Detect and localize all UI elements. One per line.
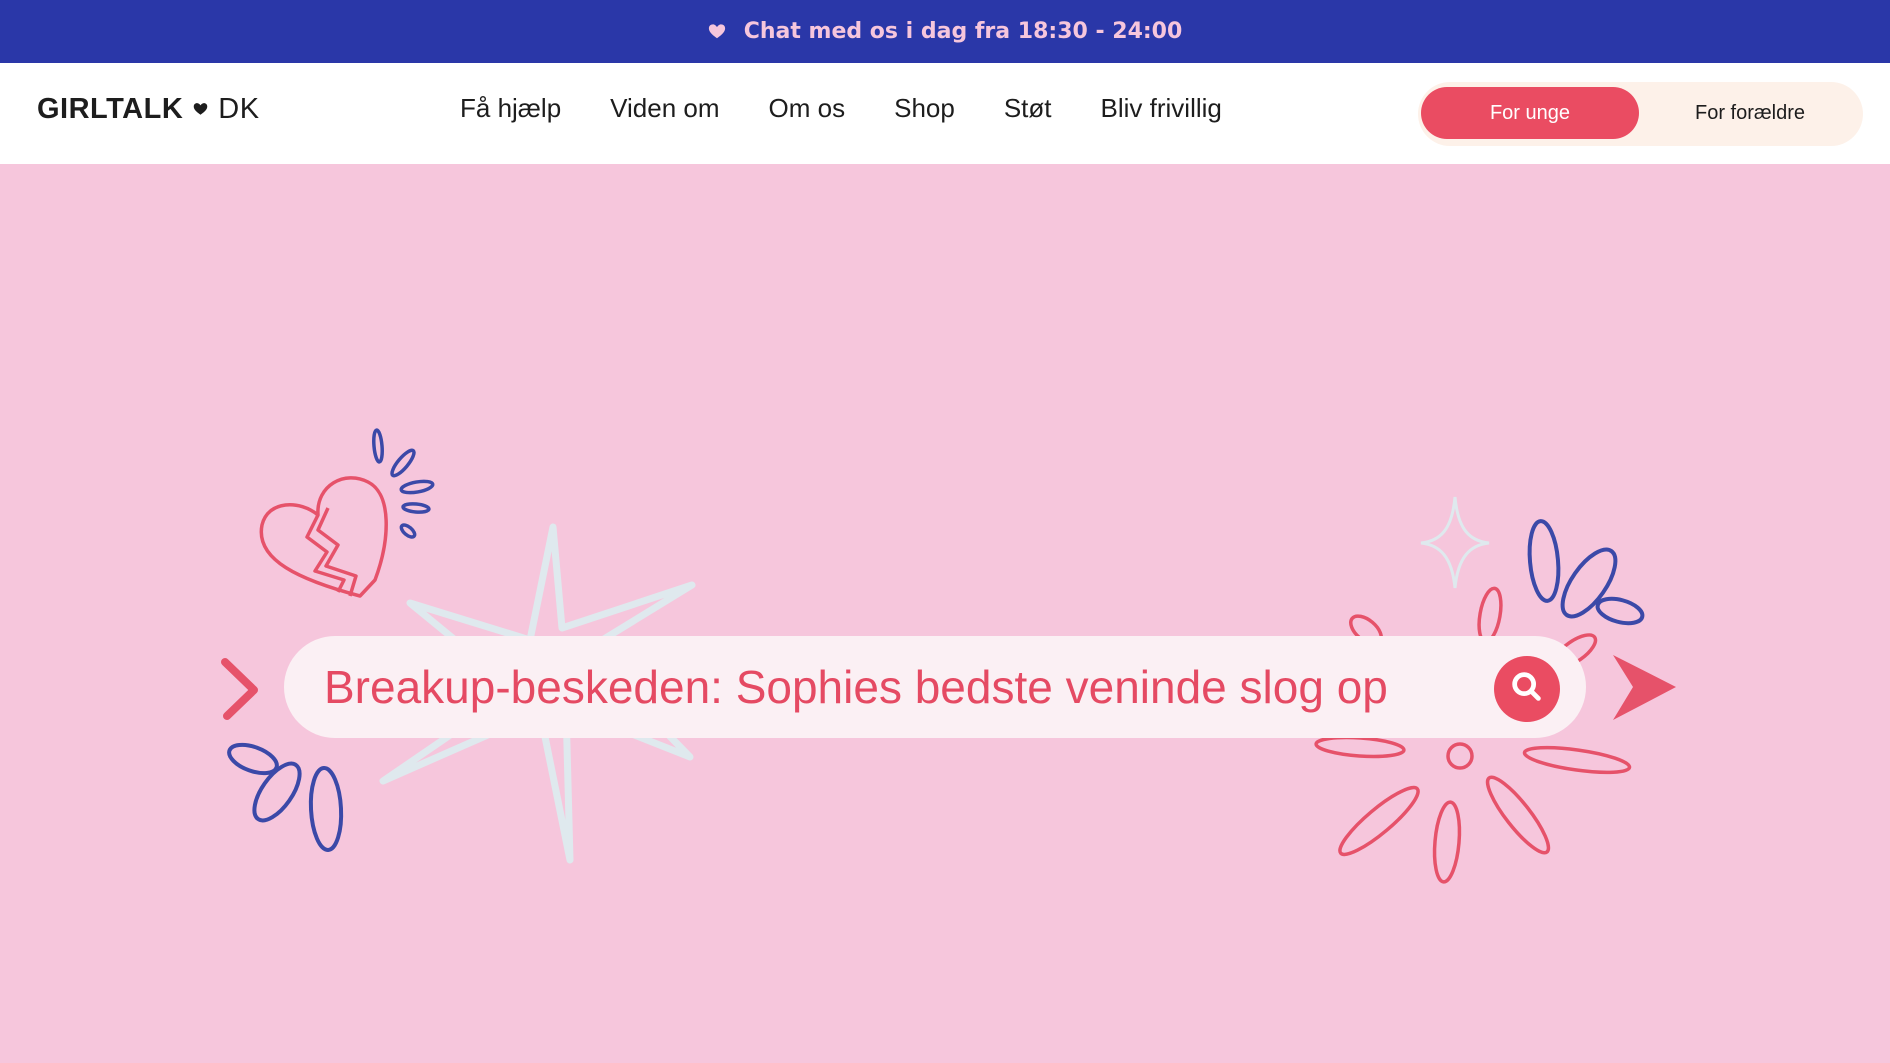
search-icon: [1508, 668, 1546, 711]
sparkle-icon: [1420, 496, 1490, 589]
nav-item-viden-om[interactable]: Viden om: [610, 93, 719, 124]
logo[interactable]: GIRLTALK DK: [37, 93, 260, 126]
heart-icon: [708, 23, 726, 41]
hero-search-bar[interactable]: Breakup-beskeden: Sophies bedste veninde…: [284, 636, 1586, 738]
petals-top-right: [1527, 519, 1645, 626]
announcement-text: Chat med os i dag fra 18:30 - 24:00: [743, 19, 1183, 44]
audience-toggle: For unge For forældre: [1418, 82, 1863, 146]
main-nav: Få hjælp Viden om Om os Shop Støt Bliv f…: [460, 93, 1222, 124]
nav-item-om-os[interactable]: Om os: [769, 93, 846, 124]
announcement-bar: Chat med os i dag fra 18:30 - 24:00: [0, 0, 1890, 63]
hero-illustration: [221, 428, 1676, 884]
nav-item-shop[interactable]: Shop: [894, 93, 955, 124]
search-button[interactable]: [1494, 656, 1560, 722]
logo-suffix: DK: [218, 93, 260, 125]
search-text: Breakup-beskeden: Sophies bedste veninde…: [324, 661, 1388, 713]
rays-top-left: [372, 428, 435, 539]
logo-brand: GIRLTALK: [37, 93, 184, 125]
broken-heart-icon: [259, 476, 388, 598]
chevron-right-icon: [221, 658, 258, 720]
send-arrow-icon: [1613, 655, 1676, 720]
for-foraeldre-button[interactable]: For forældre: [1640, 87, 1860, 139]
nav-item-bliv-frivillig[interactable]: Bliv frivillig: [1101, 93, 1222, 124]
petals-bottom-left: [227, 742, 344, 852]
for-unge-button[interactable]: For unge: [1421, 87, 1639, 139]
heart-icon: [193, 102, 208, 117]
nav-item-stoet[interactable]: Støt: [1004, 93, 1052, 124]
nav-item-faa-hjaelp[interactable]: Få hjælp: [460, 93, 561, 124]
